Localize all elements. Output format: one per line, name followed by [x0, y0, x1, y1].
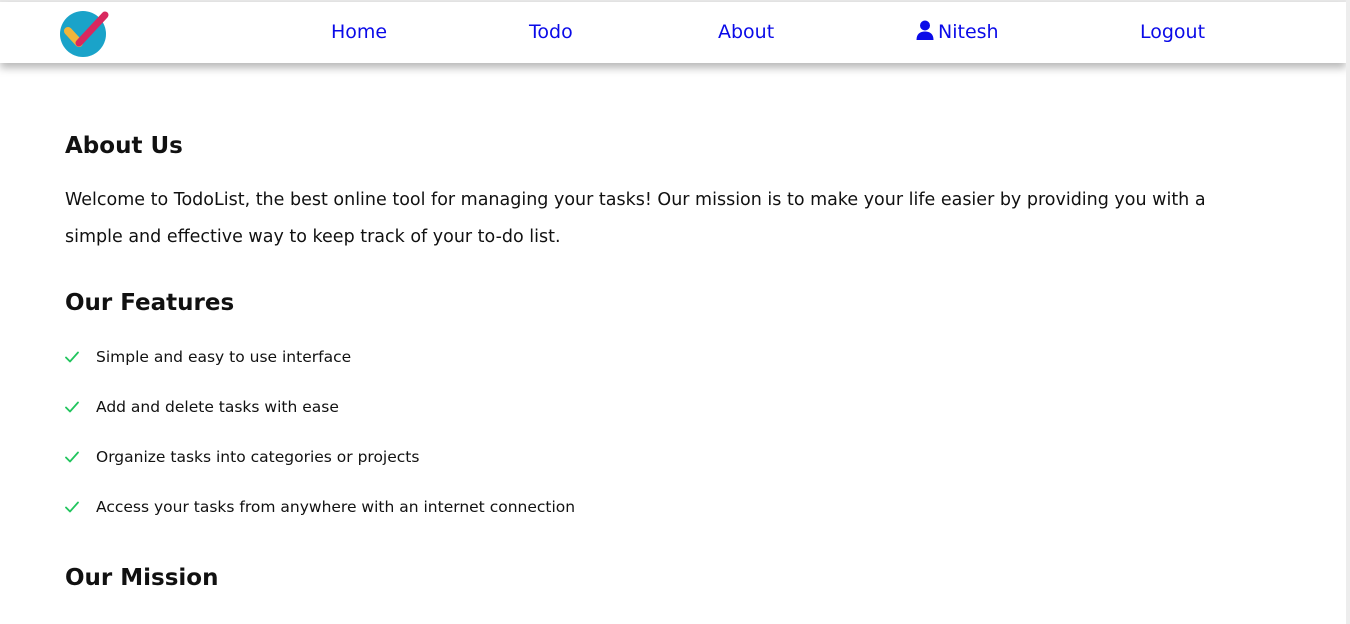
navbar: Home Todo About Nitesh Logout — [0, 2, 1346, 63]
checkmark-logo-icon[interactable] — [59, 7, 111, 57]
scrollbar[interactable] — [1346, 0, 1350, 624]
list-item: Simple and easy to use interface — [65, 340, 575, 390]
features-heading: Our Features — [65, 290, 235, 316]
feature-text: Organize tasks into categories or projec… — [96, 448, 420, 466]
nav-todo-link[interactable]: Todo — [529, 20, 573, 44]
list-item: Access your tasks from anywhere with an … — [65, 490, 575, 540]
page: Home Todo About Nitesh Logout About Us W… — [0, 0, 1350, 624]
feature-text: Access your tasks from anywhere with an … — [96, 498, 576, 516]
check-icon — [65, 501, 79, 513]
list-item: Organize tasks into categories or projec… — [65, 440, 575, 490]
nav-logout-link[interactable]: Logout — [1140, 20, 1205, 44]
about-heading: About Us — [65, 133, 183, 159]
nav-about-link[interactable]: About — [718, 20, 774, 44]
about-text: Welcome to TodoList, the best online too… — [65, 190, 1206, 247]
nav-user-link[interactable]: Nitesh — [916, 20, 999, 44]
feature-list: Simple and easy to use interface Add and… — [65, 340, 575, 540]
feature-text: Simple and easy to use interface — [96, 348, 352, 366]
user-icon — [916, 20, 934, 40]
list-item: Add and delete tasks with ease — [65, 390, 575, 440]
feature-text: Add and delete tasks with ease — [96, 398, 339, 416]
check-icon — [65, 351, 79, 363]
check-icon — [65, 451, 79, 463]
mission-heading: Our Mission — [65, 565, 219, 591]
nav-user-name: Nitesh — [938, 21, 999, 43]
nav-home-link[interactable]: Home — [331, 20, 387, 44]
check-icon — [65, 401, 79, 413]
